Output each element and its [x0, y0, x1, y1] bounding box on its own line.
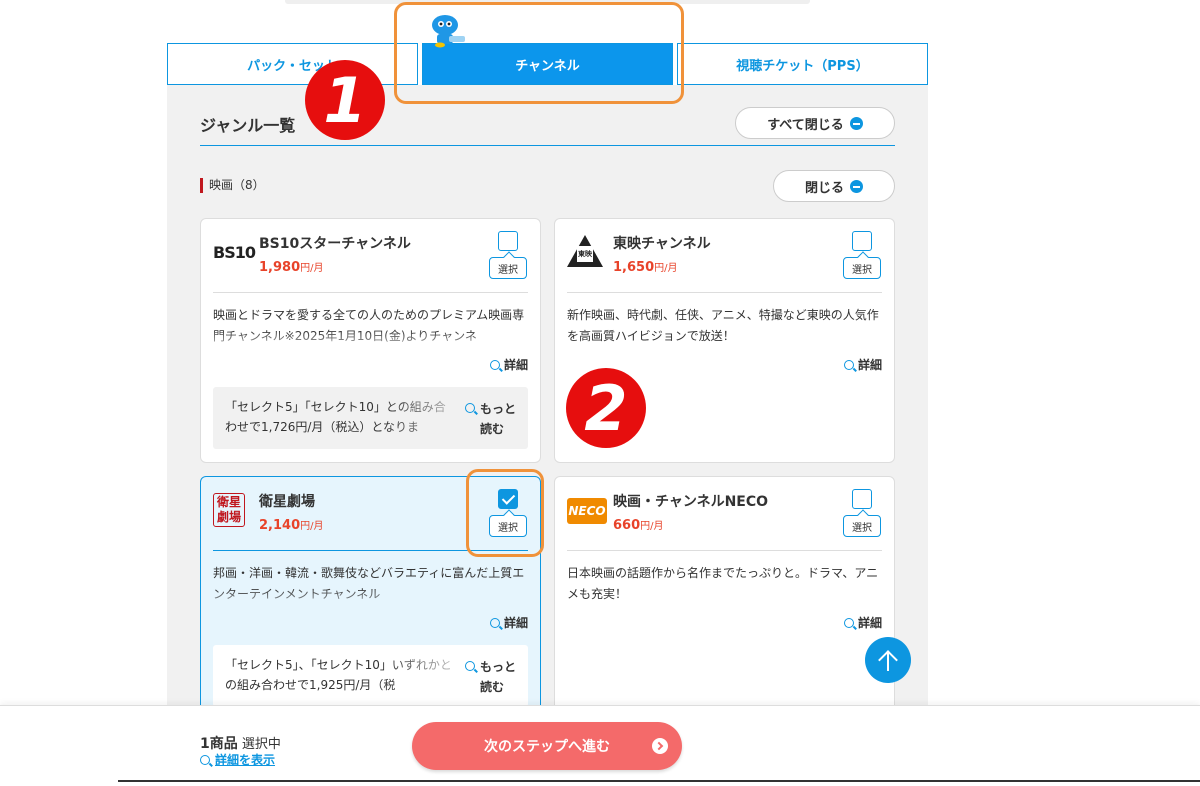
select-tag[interactable]: 選択: [489, 515, 527, 537]
category-label: 映画（8）: [200, 178, 265, 193]
tab-pps-ticket[interactable]: 視聴チケット（PPS）: [677, 43, 928, 85]
zoom-icon: [464, 403, 475, 413]
read-more-link[interactable]: もっと 読む: [464, 657, 516, 697]
detail-link[interactable]: 詳細: [489, 614, 528, 631]
genre-header: ジャンル一覧 すべて閉じる: [200, 107, 895, 146]
top-strip: [285, 0, 810, 4]
tab-channel[interactable]: チャンネル: [422, 43, 673, 85]
close-category-label: 閉じる: [804, 180, 844, 196]
select-checkbox[interactable]: [852, 231, 872, 251]
arrow-up-icon[interactable]: [865, 637, 911, 683]
detail-link[interactable]: 詳細: [843, 614, 882, 631]
channel-name: 衛星劇場: [259, 494, 315, 510]
zoom-icon: [489, 617, 500, 628]
channel-price: 660円/月: [613, 518, 664, 533]
channel-name: 東映チャンネル: [613, 236, 711, 252]
tab-bar: パック・セット チャンネル 視聴チケット（PPS）: [167, 43, 928, 85]
channel-card-neco: NECO 映画・チャンネルNECO 660円/月 選択 日本映画の話題作から名作…: [554, 476, 895, 726]
read-more-link[interactable]: もっと 読む: [464, 399, 516, 439]
chevron-right-icon: [652, 738, 668, 754]
select-tag[interactable]: 選択: [843, 515, 881, 537]
divider: [213, 292, 528, 293]
zoom-icon: [843, 359, 854, 370]
note-box: 「セレクト5」「セレクト10」との組み合わせで1,726円/月（税込）となりま …: [213, 387, 528, 449]
close-all-label: すべて閉じる: [767, 117, 844, 133]
channel-description: 新作映画、時代劇、任侠、アニメ、特撮など東映の人気作を高画質ハイビジョンで放送！: [567, 308, 879, 343]
channel-card-bs10: BS10 BS10スターチャンネル 1,980円/月 選択 映画とドラマを愛する…: [200, 218, 541, 463]
channel-name: BS10スターチャンネル: [259, 236, 411, 252]
genre-title: ジャンル一覧: [200, 116, 296, 135]
next-step-button[interactable]: 次のステップへ進む: [412, 722, 682, 770]
bottom-rule: [118, 780, 1200, 782]
channel-description: 映画とドラマを愛する全ての人のためのプレミアム映画専門チャンネル※2025年1月…: [213, 308, 525, 343]
divider: [213, 550, 528, 551]
note-text: 「セレクト5」「セレクト10」との組み合わせで1,726円/月（税込）となりま: [225, 400, 446, 434]
channel-price: 1,650円/月: [613, 260, 678, 275]
select-tag[interactable]: 選択: [489, 257, 527, 279]
select-checkbox[interactable]: [852, 489, 872, 509]
zoom-icon: [464, 661, 475, 671]
close-category-button[interactable]: 閉じる: [773, 170, 895, 202]
tab-pack-set[interactable]: パック・セット: [167, 43, 418, 85]
select-checkbox[interactable]: [498, 231, 518, 251]
show-detail-link[interactable]: 詳細を表示: [200, 751, 275, 768]
bottom-bar: 1商品 選択中 詳細を表示 次のステップへ進む: [0, 705, 1200, 786]
zoom-icon: [200, 754, 210, 765]
toei-logo: 東映: [567, 235, 603, 271]
select-checkbox-checked[interactable]: [498, 489, 518, 509]
selected-count: 1商品 選択中: [200, 736, 281, 752]
channel-price: 2,140円/月: [259, 518, 324, 533]
channel-price: 1,980円/月: [259, 260, 324, 275]
detail-link[interactable]: 詳細: [489, 356, 528, 373]
divider: [567, 292, 882, 293]
bs10-logo: BS10: [213, 243, 256, 262]
note-box: 「セレクト5」、「セレクト10」いずれかとの組み合わせで1,925円/月（税 も…: [213, 645, 528, 707]
channel-card-eisei-gekijo: 衛星 劇場 衛星劇場 2,140円/月 選択 邦画・洋画・韓流・歌舞伎などバラエ…: [200, 476, 541, 726]
zoom-icon: [489, 359, 500, 370]
page: パック・セット チャンネル 視聴チケット（PPS） ジャンル一覧 すべて閉じる …: [0, 0, 1200, 786]
neco-logo: NECO: [567, 498, 607, 524]
eisei-gekijo-logo: 衛星 劇場: [213, 493, 245, 527]
zoom-icon: [843, 617, 854, 628]
channel-card-toei: 東映 東映チャンネル 1,650円/月 選択 新作映画、時代劇、任侠、アニメ、特…: [554, 218, 895, 463]
minus-circle-icon: [849, 116, 863, 130]
channel-description: 邦画・洋画・韓流・歌舞伎などバラエティに富んだ上質エンターテインメントチャンネル: [213, 566, 525, 601]
mascot-icon: [432, 15, 465, 48]
note-text: 「セレクト5」、「セレクト10」いずれかとの組み合わせで1,925円/月（税: [225, 658, 452, 692]
close-all-button[interactable]: すべて閉じる: [735, 107, 895, 139]
channel-name: 映画・チャンネルNECO: [613, 494, 769, 510]
select-tag[interactable]: 選択: [843, 257, 881, 279]
detail-link[interactable]: 詳細: [843, 356, 882, 373]
divider: [567, 550, 882, 551]
minus-circle-icon: [850, 179, 863, 193]
channel-description: 日本映画の話題作から名作までたっぷりと。ドラマ、アニメも充実！: [567, 566, 879, 601]
